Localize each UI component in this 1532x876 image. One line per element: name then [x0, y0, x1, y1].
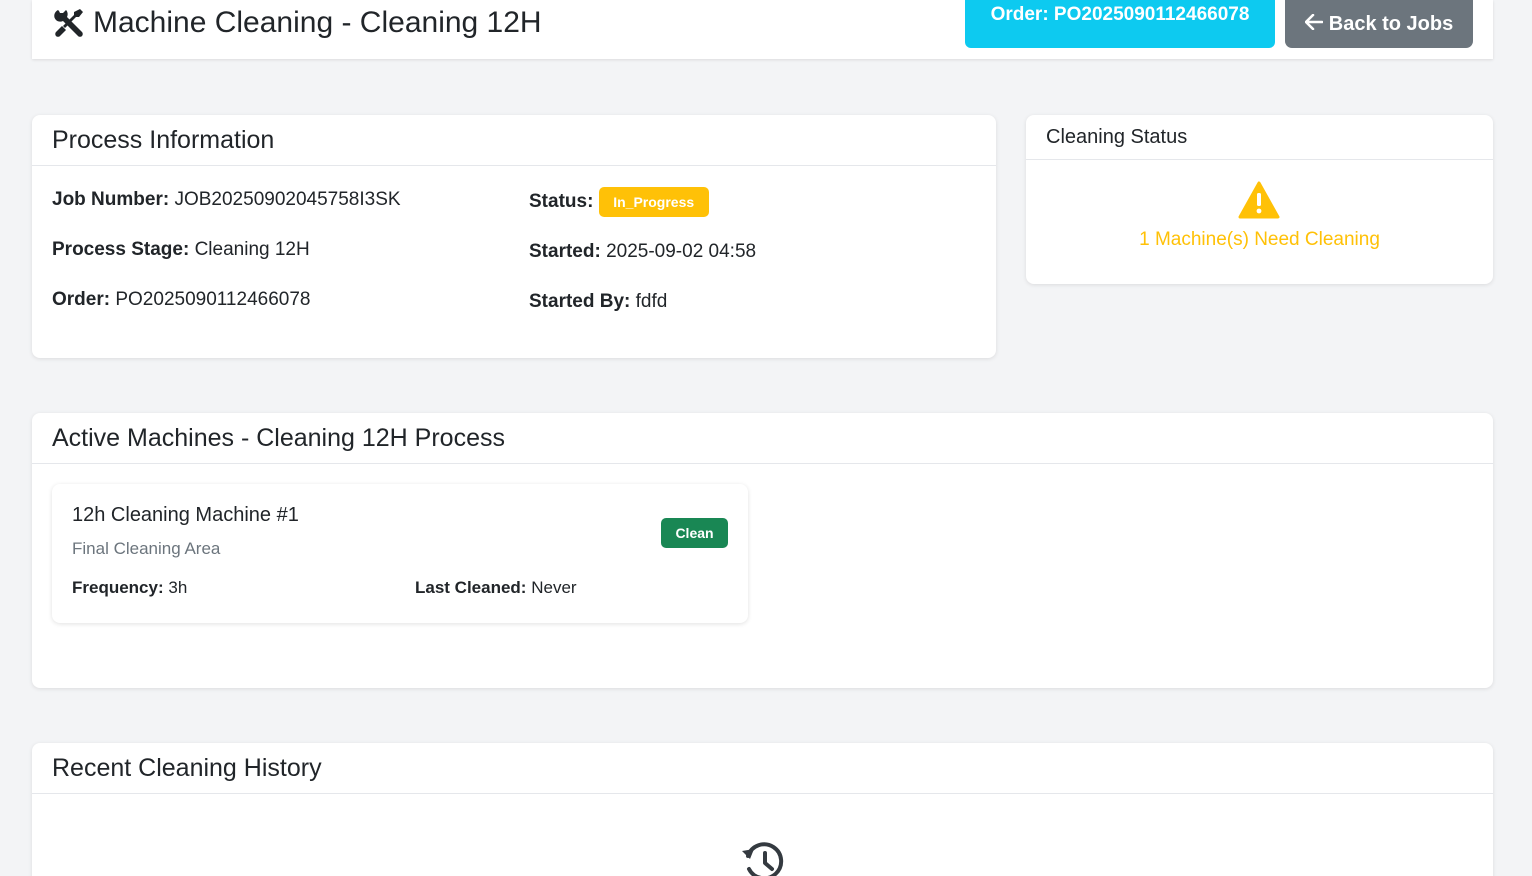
- process-info-header: Process Information: [32, 115, 996, 166]
- process-stage-row: Process Stage: Cleaning 12H: [52, 239, 310, 261]
- started-by-value: fdfd: [635, 291, 668, 312]
- order-value: PO2025090112466078: [115, 289, 311, 310]
- machine-location: Final Cleaning Area: [72, 539, 221, 558]
- status-badge: In_Progress: [598, 187, 709, 217]
- cleaning-status-card: Cleaning Status 1 Machine(s) Need Cleani…: [1026, 115, 1493, 284]
- active-machines-header: Active Machines - Cleaning 12H Process: [32, 413, 1493, 464]
- machine-name: 12h Cleaning Machine #1: [72, 504, 299, 526]
- last-cleaned-label: Last Cleaned:: [415, 578, 527, 597]
- cleaning-history-card: Recent Cleaning History: [32, 743, 1493, 876]
- machine-last-cleaned-row: Last Cleaned: Never: [415, 578, 577, 598]
- cleaning-history-header: Recent Cleaning History: [32, 743, 1493, 794]
- started-label: Started:: [529, 241, 601, 262]
- back-to-jobs-label: Back to Jobs: [1328, 12, 1454, 35]
- status-label: Status:: [529, 191, 594, 213]
- cleaning-status-title: Cleaning Status: [1046, 125, 1188, 148]
- cleaning-status-message: 1 Machine(s) Need Cleaning: [1139, 229, 1380, 250]
- tools-icon: [52, 8, 84, 38]
- order-badge: Order: PO2025090112466078: [965, 0, 1275, 48]
- started-row: Started: 2025-09-02 04:58: [529, 241, 756, 263]
- machine-frequency-row: Frequency: 3h: [72, 578, 187, 598]
- process-stage-label: Process Stage:: [52, 239, 190, 260]
- back-to-jobs-button[interactable]: Back to Jobs: [1285, 0, 1473, 48]
- order-label: Order:: [52, 289, 111, 310]
- process-info-title: Process Information: [52, 125, 275, 154]
- started-by-label: Started By:: [529, 291, 631, 312]
- page: Machine Cleaning - Cleaning 12H Order: P…: [0, 0, 1532, 876]
- job-number-value: JOB20250902045758I3SK: [174, 189, 401, 210]
- warning-icon: [1238, 181, 1280, 219]
- process-info-card: Process Information Job Number: JOB20250…: [32, 115, 996, 358]
- cleaning-status-header: Cleaning Status: [1026, 115, 1493, 160]
- job-number-row: Job Number: JOB20250902045758I3SK: [52, 189, 401, 211]
- page-header: Machine Cleaning - Cleaning 12H Order: P…: [32, 0, 1493, 59]
- arrow-left-icon: [1304, 13, 1324, 36]
- page-title-text: Machine Cleaning - Cleaning 12H: [93, 6, 542, 39]
- order-row: Order: PO2025090112466078: [52, 289, 310, 311]
- machine-status-badge: Clean: [661, 518, 728, 548]
- frequency-value: 3h: [168, 578, 188, 597]
- status-row: Status: In_Progress: [529, 187, 709, 217]
- job-number-label: Job Number:: [52, 189, 170, 210]
- frequency-label: Frequency:: [72, 578, 164, 597]
- machine-card[interactable]: 12h Cleaning Machine #1 Final Cleaning A…: [52, 484, 748, 623]
- started-value: 2025-09-02 04:58: [606, 241, 757, 262]
- last-cleaned-value: Never: [531, 578, 577, 597]
- cleaning-history-title: Recent Cleaning History: [52, 753, 322, 782]
- history-icon: [741, 842, 785, 876]
- active-machines-title: Active Machines - Cleaning 12H Process: [52, 423, 505, 452]
- active-machines-card: Active Machines - Cleaning 12H Process 1…: [32, 413, 1493, 688]
- started-by-row: Started By: fdfd: [529, 291, 667, 313]
- process-stage-value: Cleaning 12H: [194, 239, 310, 260]
- page-title: Machine Cleaning - Cleaning 12H: [52, 5, 542, 41]
